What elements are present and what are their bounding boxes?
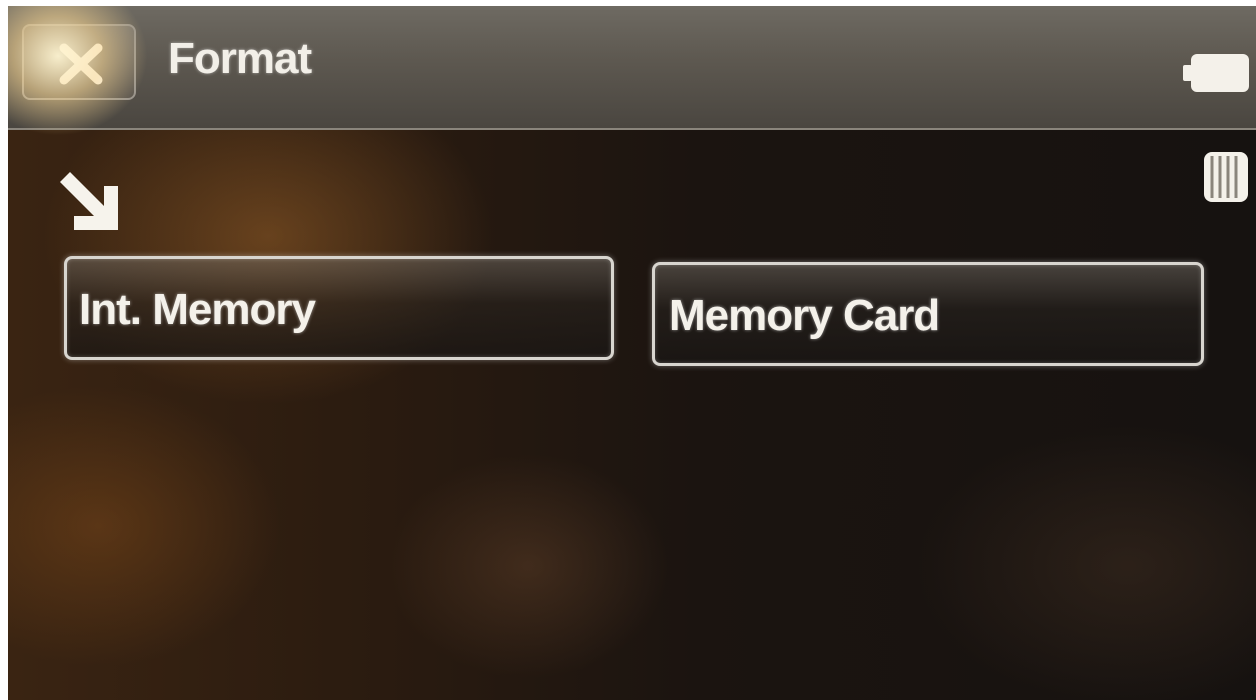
int-memory-button[interactable]: Int. Memory: [64, 256, 614, 360]
battery-icon: [1183, 54, 1249, 92]
int-memory-label: Int. Memory: [79, 285, 316, 334]
title-bar: Format: [8, 6, 1256, 130]
close-button[interactable]: [22, 24, 136, 100]
memory-card-label: Memory Card: [669, 291, 940, 340]
memory-card-button[interactable]: Memory Card: [652, 262, 1204, 366]
memory-card-icon: [1204, 152, 1248, 202]
close-icon: [59, 43, 103, 85]
camera-screen: Format Int. Memory Memory Card: [8, 6, 1256, 700]
arrow-down-right-icon: [60, 172, 118, 230]
page-title: Format: [168, 34, 312, 83]
